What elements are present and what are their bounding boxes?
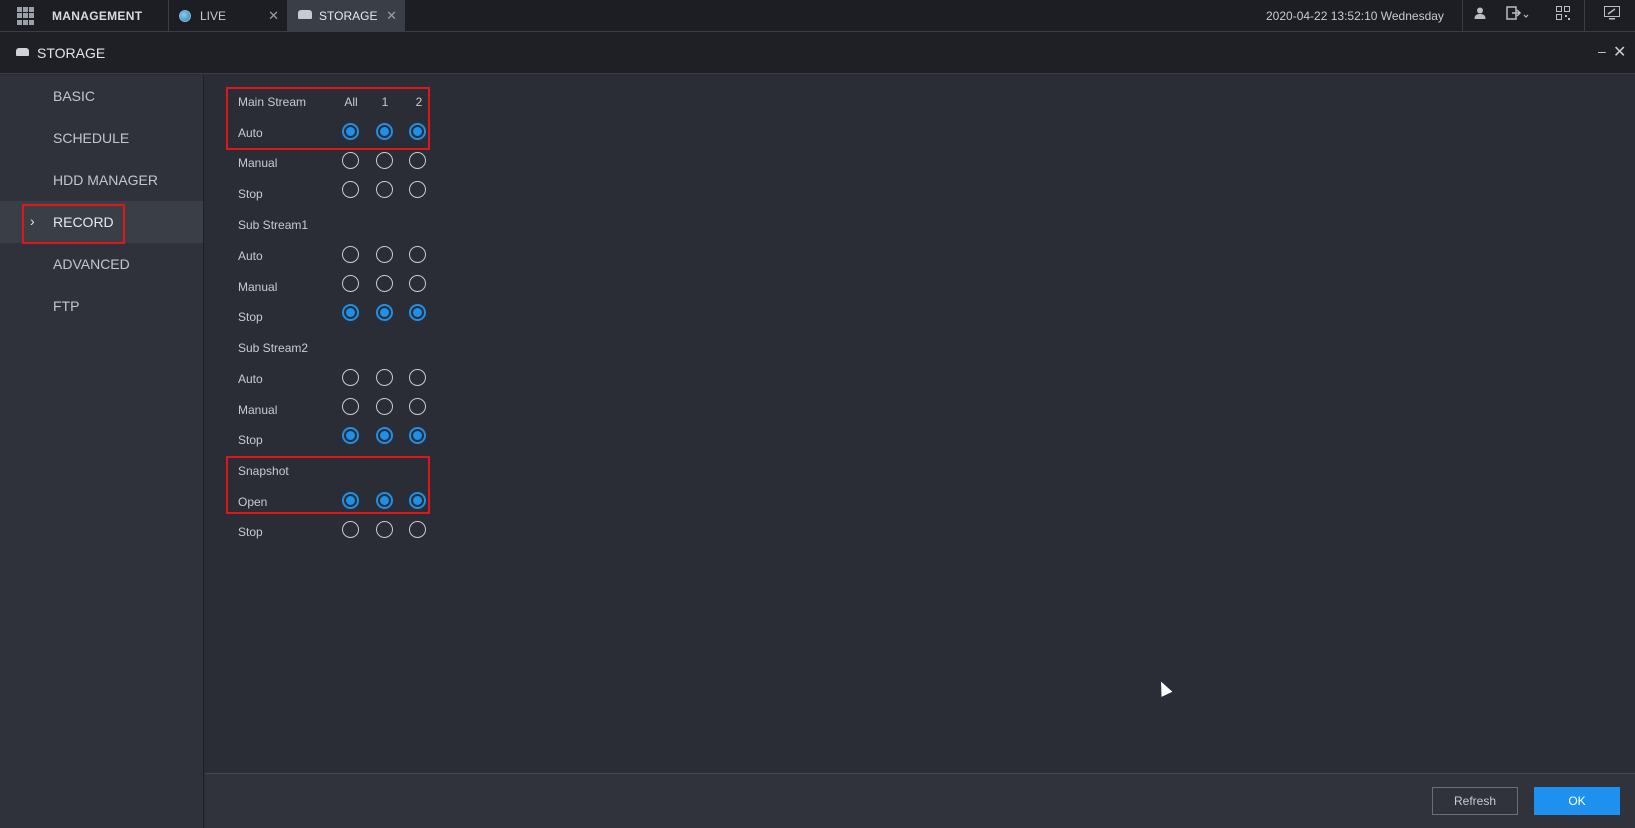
radio-main-stream-auto-2[interactable] <box>409 123 426 140</box>
qr-code-icon[interactable] <box>1553 6 1573 26</box>
sidebar-item-label: SCHEDULE <box>53 130 130 146</box>
radio-sub-stream1-stop-all[interactable] <box>342 304 359 321</box>
radio-sub-stream2-manual-2[interactable] <box>409 398 426 415</box>
row-label-manual: Manual <box>238 280 278 294</box>
radio-snapshot-open-1[interactable] <box>376 492 393 509</box>
radio-snapshot-stop-2[interactable] <box>409 521 426 538</box>
tab-storage-label: STORAGE <box>319 8 378 23</box>
group-label-main-stream: Main Stream <box>238 95 307 109</box>
sidebar-item-basic[interactable]: BASIC <box>0 75 203 117</box>
row-label-stop: Stop <box>238 187 263 201</box>
sidebar-item-label: FTP <box>53 298 80 314</box>
column-header-2: 2 <box>415 95 423 109</box>
radio-sub-stream1-manual-1[interactable] <box>376 275 393 292</box>
sidebar-item-ftp[interactable]: FTP <box>0 285 203 327</box>
row-label-stop: Stop <box>238 433 263 447</box>
row-label-stop: Stop <box>238 310 263 324</box>
radio-sub-stream1-stop-1[interactable] <box>376 304 393 321</box>
sidebar-item-advanced[interactable]: ADVANCED <box>0 243 203 285</box>
window-title: STORAGE <box>37 45 106 61</box>
group-label-snapshot: Snapshot <box>238 464 289 478</box>
user-icon[interactable] <box>1470 6 1490 26</box>
radio-sub-stream2-auto-2[interactable] <box>409 369 426 386</box>
chevron-right-icon: › <box>30 213 35 229</box>
radio-main-stream-manual-1[interactable] <box>376 152 393 169</box>
radio-snapshot-open-all[interactable] <box>342 492 359 509</box>
row-label-manual: Manual <box>238 403 278 417</box>
radio-main-stream-stop-2[interactable] <box>409 181 426 198</box>
row-label-auto: Auto <box>238 372 263 386</box>
tab-storage-close-icon[interactable]: ✕ <box>386 8 397 24</box>
tab-storage[interactable]: STORAGE ✕ <box>287 0 405 31</box>
hdd-icon <box>298 10 312 19</box>
footer-bar: Refresh OK <box>205 773 1635 828</box>
radio-sub-stream2-manual-1[interactable] <box>376 398 393 415</box>
datetime-display: 2020-04-22 13:52:10 Wednesday <box>1266 9 1444 23</box>
divider <box>1584 0 1585 31</box>
column-header-1: 1 <box>381 95 389 109</box>
group-label-sub-stream1: Sub Stream1 <box>238 218 309 232</box>
radio-sub-stream2-auto-all[interactable] <box>342 369 359 386</box>
radio-sub-stream1-auto-1[interactable] <box>376 246 393 263</box>
tab-live-close-icon[interactable]: ✕ <box>268 8 279 24</box>
radio-main-stream-stop-all[interactable] <box>342 181 359 198</box>
refresh-button[interactable]: Refresh <box>1432 787 1518 815</box>
radio-main-stream-stop-1[interactable] <box>376 181 393 198</box>
radio-snapshot-open-2[interactable] <box>409 492 426 509</box>
sidebar-item-label: BASIC <box>53 88 96 104</box>
divider <box>1462 0 1463 31</box>
sidebar-item-label: RECORD <box>53 214 114 230</box>
radio-sub-stream1-manual-all[interactable] <box>342 275 359 292</box>
display-settings-icon[interactable] <box>1602 6 1622 26</box>
tab-live-label: LIVE <box>200 8 227 23</box>
radio-sub-stream1-auto-2[interactable] <box>409 246 426 263</box>
radio-main-stream-auto-1[interactable] <box>376 123 393 140</box>
ok-button[interactable]: OK <box>1534 787 1620 815</box>
column-header-all: All <box>344 95 358 109</box>
group-label-sub-stream2: Sub Stream2 <box>238 341 309 355</box>
sidebar-item-label: HDD MANAGER <box>53 172 159 188</box>
radio-sub-stream2-stop-1[interactable] <box>376 427 393 444</box>
row-label-manual: Manual <box>238 156 278 170</box>
sidebar: BASIC SCHEDULE HDD MANAGER › RECORD ADVA… <box>0 75 204 828</box>
globe-icon <box>179 9 191 22</box>
window-title-bar: STORAGE – ✕ <box>0 32 1635 74</box>
radio-main-stream-auto-all[interactable] <box>342 123 359 140</box>
radio-snapshot-stop-1[interactable] <box>376 521 393 538</box>
main-menu-grid-icon[interactable] <box>17 7 35 25</box>
sidebar-item-record[interactable]: › RECORD <box>0 201 203 243</box>
radio-sub-stream1-stop-2[interactable] <box>409 304 426 321</box>
radio-snapshot-stop-all[interactable] <box>342 521 359 538</box>
logout-icon[interactable] <box>1505 6 1531 26</box>
radio-sub-stream1-manual-2[interactable] <box>409 275 426 292</box>
radio-sub-stream1-auto-all[interactable] <box>342 246 359 263</box>
radio-main-stream-manual-all[interactable] <box>342 152 359 169</box>
sidebar-item-hdd-manager[interactable]: HDD MANAGER <box>0 159 203 201</box>
radio-sub-stream2-auto-1[interactable] <box>376 369 393 386</box>
radio-sub-stream2-stop-all[interactable] <box>342 427 359 444</box>
radio-sub-stream2-manual-all[interactable] <box>342 398 359 415</box>
top-bar: MANAGEMENT LIVE ✕ STORAGE ✕ 2020-04-22 1… <box>0 0 1635 32</box>
close-button[interactable]: ✕ <box>1613 42 1626 62</box>
hdd-icon <box>16 48 29 56</box>
row-label-auto: Auto <box>238 249 263 263</box>
record-settings-panel: All 1 2 Main Stream Auto Manual Stop Sub… <box>205 75 1635 773</box>
management-label[interactable]: MANAGEMENT <box>52 9 142 23</box>
radio-sub-stream2-stop-2[interactable] <box>409 427 426 444</box>
row-label-stop: Stop <box>238 525 263 539</box>
minimize-button[interactable]: – <box>1598 43 1606 59</box>
radio-main-stream-manual-2[interactable] <box>409 152 426 169</box>
sidebar-item-schedule[interactable]: SCHEDULE <box>0 117 203 159</box>
sidebar-item-label: ADVANCED <box>53 256 130 272</box>
row-label-open: Open <box>238 495 268 509</box>
tab-live[interactable]: LIVE ✕ <box>168 0 287 31</box>
row-label-auto: Auto <box>238 126 263 140</box>
